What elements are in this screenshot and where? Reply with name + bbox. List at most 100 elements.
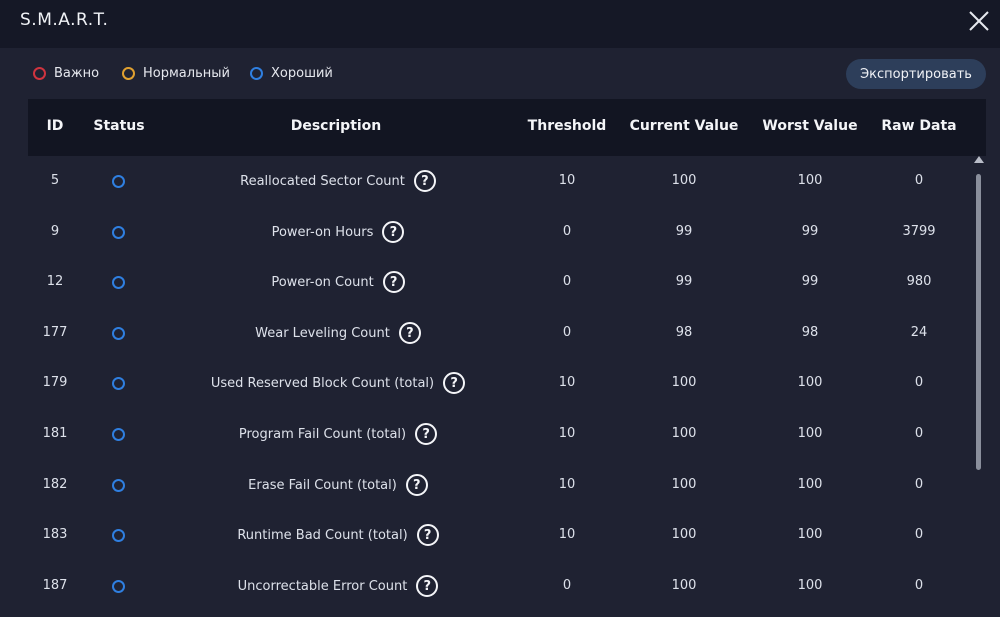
cell-current-value: 98 bbox=[675, 325, 693, 340]
question-circle-icon[interactable]: ? bbox=[443, 372, 466, 394]
question-circle-icon[interactable]: ? bbox=[413, 170, 436, 192]
cell-id: 182 bbox=[42, 477, 68, 492]
cell-threshold: 0 bbox=[562, 578, 572, 593]
cell-description: Reallocated Sector Count? bbox=[188, 156, 488, 206]
table-row: 5 Reallocated Sector Count? 10 100 100 0 bbox=[28, 156, 972, 206]
cell-worst-value: 100 bbox=[797, 578, 823, 593]
cell-threshold: 10 bbox=[558, 477, 576, 492]
cell-current-value: 100 bbox=[671, 173, 697, 188]
cell-worst-value: 100 bbox=[797, 375, 823, 390]
cell-threshold: 10 bbox=[558, 527, 576, 542]
status-ring-icon bbox=[112, 580, 125, 593]
cell-raw-data: 0 bbox=[914, 578, 924, 593]
legend-normal: Нормальный bbox=[122, 66, 230, 81]
cell-current-value: 100 bbox=[671, 527, 697, 542]
scroll-up-icon[interactable] bbox=[974, 156, 984, 163]
toolbar: Важно Нормальный Хороший Экспортировать bbox=[0, 48, 1000, 98]
header-description: Description bbox=[290, 118, 382, 134]
cell-worst-value: 99 bbox=[801, 224, 819, 239]
question-circle-icon[interactable]: ? bbox=[382, 271, 405, 293]
description-text: Program Fail Count (total) bbox=[238, 426, 407, 442]
cell-id: 12 bbox=[46, 274, 64, 289]
cell-worst-value: 100 bbox=[797, 426, 823, 441]
cell-threshold: 10 bbox=[558, 375, 576, 390]
question-circle-icon[interactable]: ? bbox=[405, 474, 428, 496]
cell-current-value: 99 bbox=[675, 274, 693, 289]
cell-current-value: 99 bbox=[675, 224, 693, 239]
normal-ring-icon bbox=[122, 67, 135, 80]
cell-description: Program Fail Count (total)? bbox=[188, 409, 488, 459]
description-text: Wear Leveling Count bbox=[255, 325, 390, 341]
description-text: Power-on Hours bbox=[271, 224, 374, 240]
question-circle-icon[interactable]: ? bbox=[382, 221, 405, 243]
table-row: 183 Runtime Bad Count (total)? 10 100 100 0 bbox=[28, 510, 972, 560]
cell-worst-value: 100 bbox=[797, 477, 823, 492]
description-text: Power-on Count bbox=[271, 274, 374, 290]
cell-current-value: 100 bbox=[671, 375, 697, 390]
question-circle-icon[interactable]: ? bbox=[416, 575, 439, 597]
header-current-value: Current Value bbox=[629, 118, 739, 134]
description-text: Erase Fail Count (total) bbox=[248, 477, 397, 493]
cell-id: 9 bbox=[50, 224, 60, 239]
export-button[interactable]: Экспортировать bbox=[846, 59, 986, 89]
header-status: Status bbox=[93, 118, 145, 134]
question-circle-icon[interactable]: ? bbox=[416, 524, 439, 546]
table-row: 182 Erase Fail Count (total)? 10 100 100 0 bbox=[28, 460, 972, 510]
cell-id: 183 bbox=[42, 527, 68, 542]
cell-worst-value: 98 bbox=[801, 325, 819, 340]
cell-threshold: 0 bbox=[562, 325, 572, 340]
status-ring-icon bbox=[112, 175, 125, 188]
vertical-scrollbar[interactable] bbox=[972, 156, 986, 617]
table-row: 187 Uncorrectable Error Count? 0 100 100 0 bbox=[28, 561, 972, 611]
table-row: 181 Program Fail Count (total)? 10 100 100 0 bbox=[28, 409, 972, 459]
cell-current-value: 100 bbox=[671, 578, 697, 593]
cell-current-value: 100 bbox=[671, 477, 697, 492]
legend-label: Нормальный bbox=[143, 66, 230, 81]
smart-table: ID Status Description Threshold Current … bbox=[28, 99, 986, 617]
cell-worst-value: 100 bbox=[797, 527, 823, 542]
title-bar: S.M.A.R.T. bbox=[0, 0, 1000, 48]
close-icon[interactable] bbox=[964, 6, 994, 36]
cell-worst-value: 100 bbox=[797, 173, 823, 188]
description-text: Reallocated Sector Count bbox=[240, 173, 405, 189]
legend-good: Хороший bbox=[250, 66, 333, 81]
status-ring-icon bbox=[112, 327, 125, 340]
smart-dialog: S.M.A.R.T. Важно Нормальный Хороший Эксп… bbox=[0, 0, 1000, 617]
cell-raw-data: 980 bbox=[906, 274, 932, 289]
cell-description: Uncorrectable Error Count? bbox=[188, 561, 488, 611]
status-ring-icon bbox=[112, 529, 125, 542]
cell-threshold: 0 bbox=[562, 224, 572, 239]
table-row: 177 Wear Leveling Count? 0 98 98 24 bbox=[28, 308, 972, 358]
cell-id: 179 bbox=[42, 375, 68, 390]
header-raw-data: Raw Data bbox=[881, 118, 957, 134]
cell-threshold: 10 bbox=[558, 426, 576, 441]
status-ring-icon bbox=[112, 377, 125, 390]
cell-description: Runtime Bad Count (total)? bbox=[188, 510, 488, 560]
close-button[interactable] bbox=[964, 6, 994, 36]
good-ring-icon bbox=[250, 67, 263, 80]
question-circle-icon[interactable]: ? bbox=[415, 423, 438, 445]
status-ring-icon bbox=[112, 479, 125, 492]
header-worst-value: Worst Value bbox=[762, 118, 858, 134]
important-ring-icon bbox=[33, 67, 46, 80]
cell-raw-data: 0 bbox=[914, 375, 924, 390]
status-ring-icon bbox=[112, 276, 125, 289]
cell-worst-value: 99 bbox=[801, 274, 819, 289]
cell-description: Erase Fail Count (total)? bbox=[188, 460, 488, 510]
cell-description: Power-on Count? bbox=[188, 257, 488, 307]
status-ring-icon bbox=[112, 226, 125, 239]
status-ring-icon bbox=[112, 428, 125, 441]
scroll-thumb[interactable] bbox=[976, 174, 981, 470]
table-row: 9 Power-on Hours? 0 99 99 3799 bbox=[28, 207, 972, 257]
question-circle-icon[interactable]: ? bbox=[398, 322, 421, 344]
table-row: 179 Used Reserved Block Count (total)? 10 1… bbox=[28, 358, 972, 408]
cell-id: 181 bbox=[42, 426, 68, 441]
cell-raw-data: 0 bbox=[914, 527, 924, 542]
cell-id: 177 bbox=[42, 325, 68, 340]
cell-raw-data: 0 bbox=[914, 426, 924, 441]
cell-description: Power-on Hours? bbox=[188, 207, 488, 257]
description-text: Used Reserved Block Count (total) bbox=[210, 375, 435, 391]
header-threshold: Threshold bbox=[527, 118, 607, 134]
legend-label: Хороший bbox=[271, 66, 333, 81]
cell-raw-data: 3799 bbox=[902, 224, 936, 239]
